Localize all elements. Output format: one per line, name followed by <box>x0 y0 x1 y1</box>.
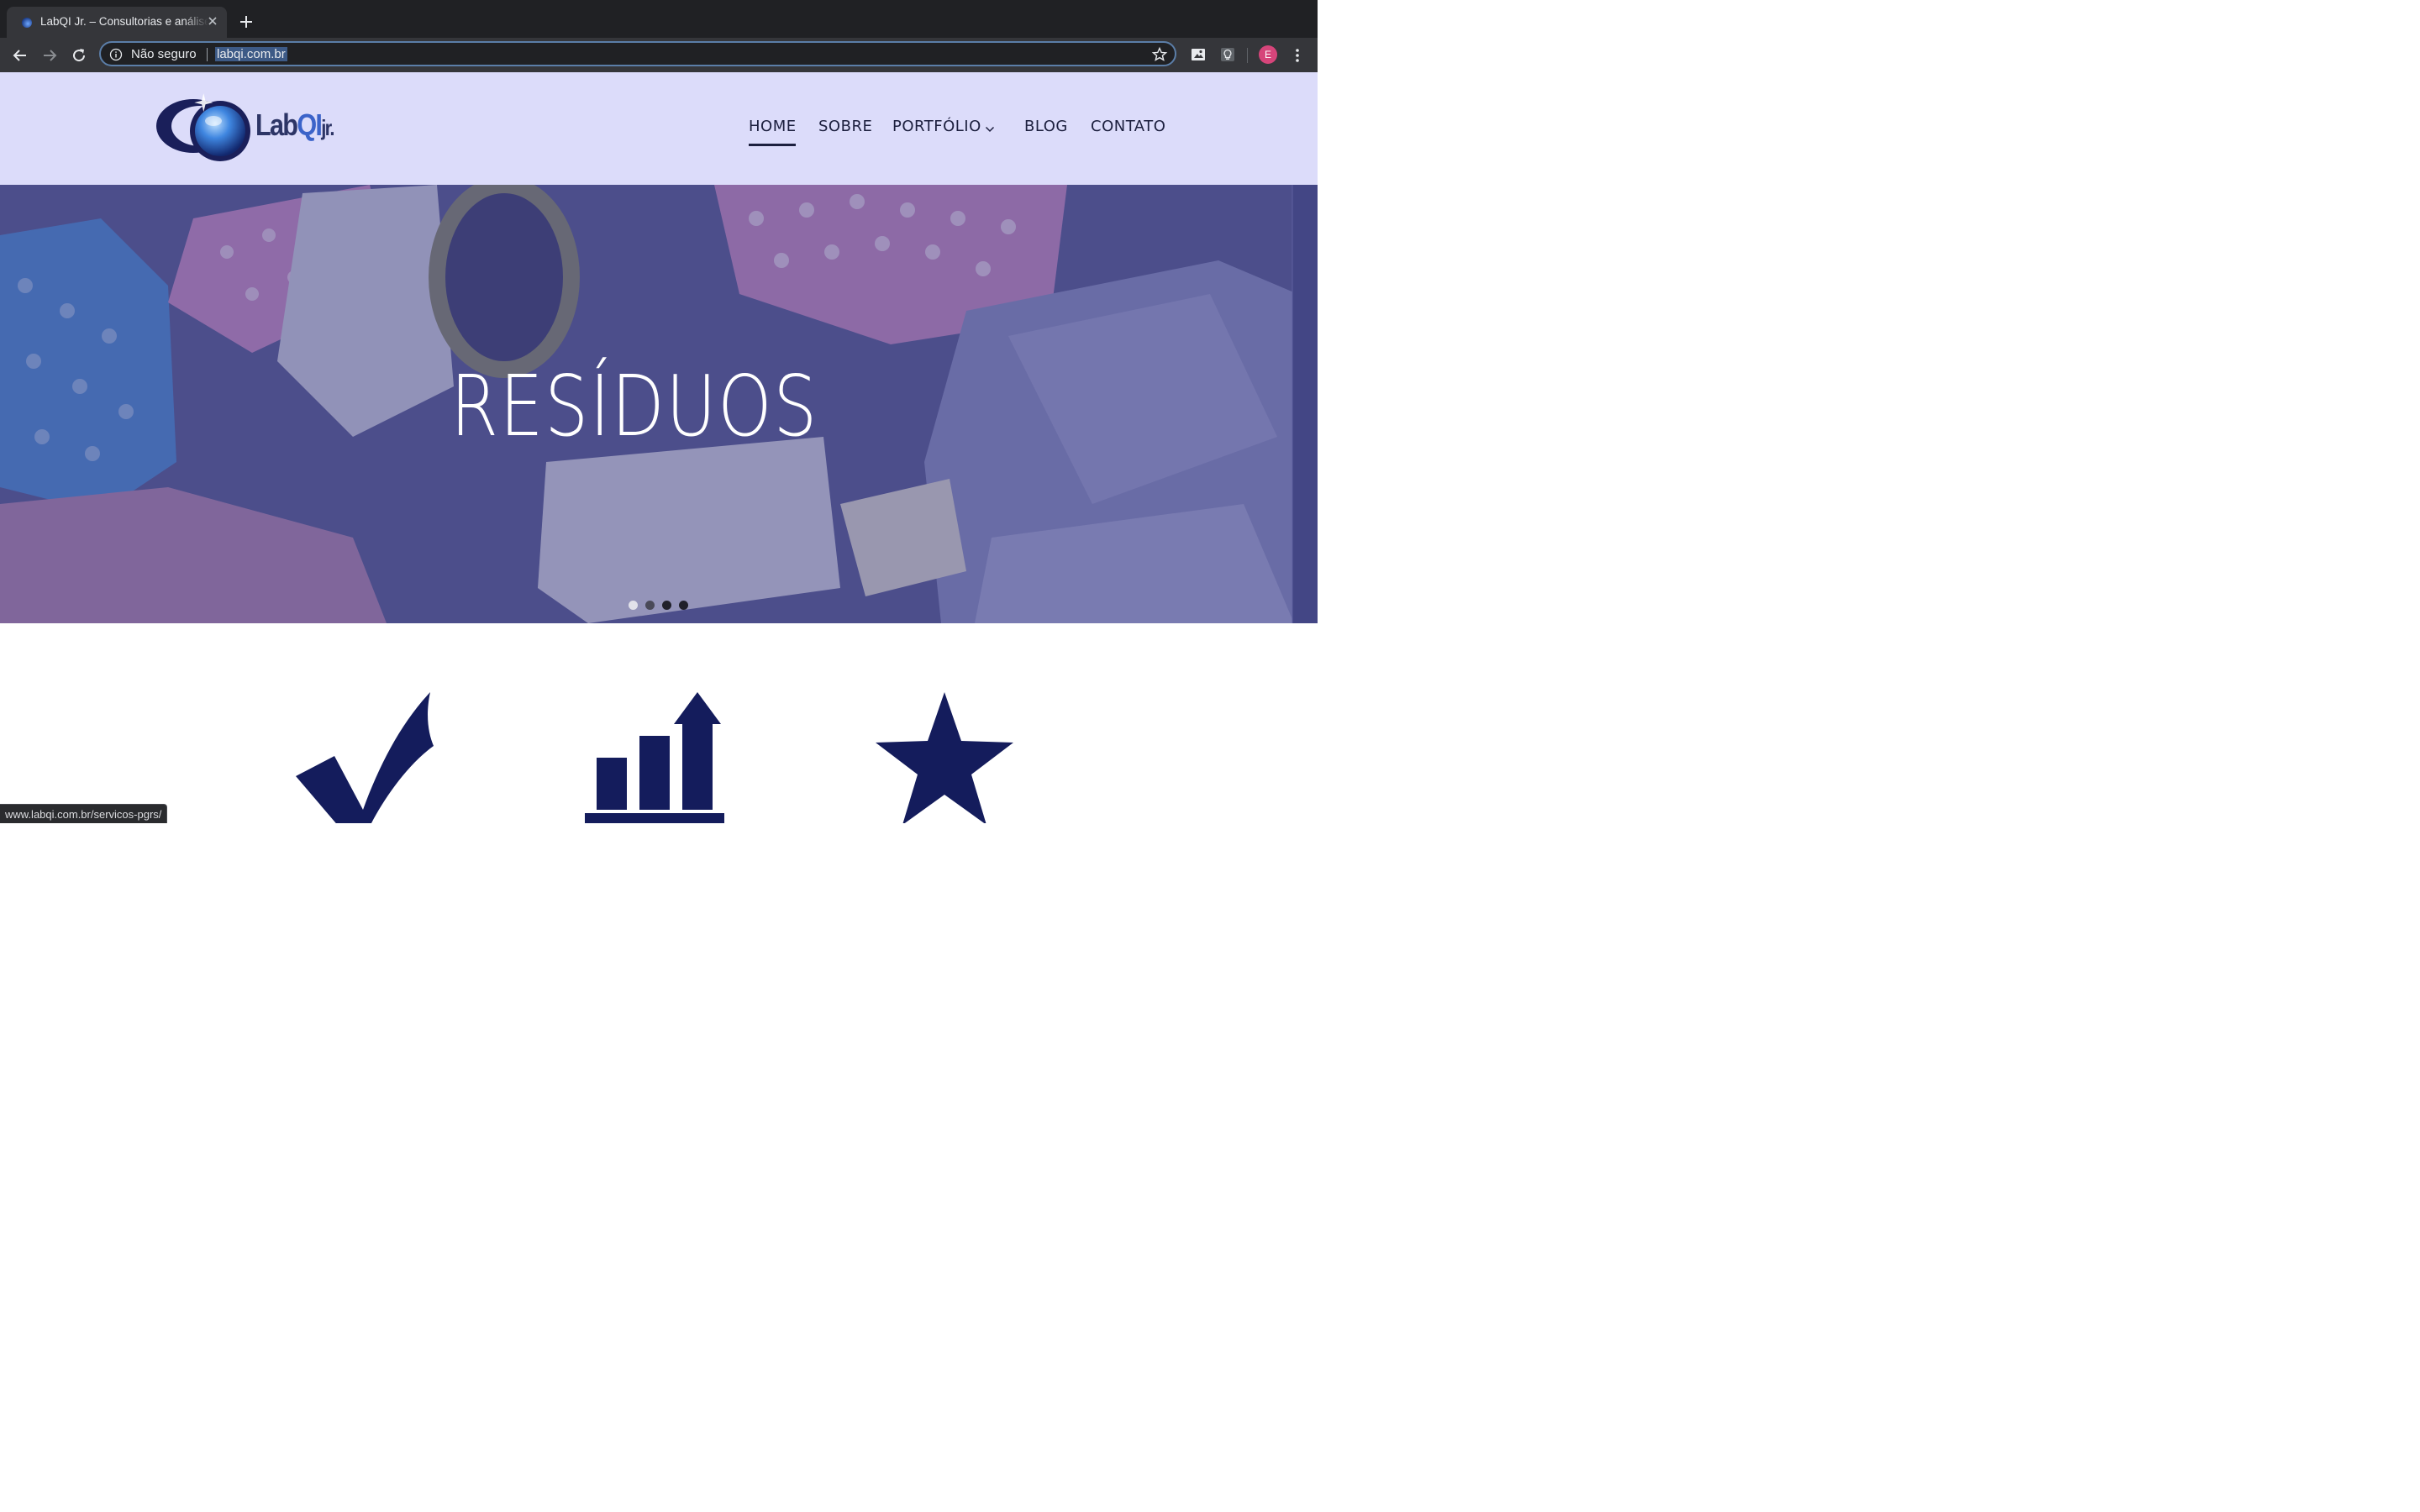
main-navigation: HOME SOBRE PORTFÓLIO BLOG CONTATO <box>0 118 1318 146</box>
tab-strip: LabQI Jr. – Consultorias e análises <box>0 0 1318 38</box>
nav-contato[interactable]: CONTATO <box>1091 118 1165 135</box>
browser-menu-icon[interactable] <box>1291 46 1304 65</box>
url-text[interactable]: labqi.com.br <box>215 47 287 61</box>
nav-home-active-underline <box>749 144 796 146</box>
tab-title: LabQI Jr. – Consultorias e análises <box>40 15 208 28</box>
features-section <box>0 623 1318 823</box>
link-status-bar: www.labqi.com.br/servicos-pgrs/ <box>0 804 168 823</box>
slider-dot-1[interactable] <box>629 601 638 610</box>
address-bar[interactable]: Não seguro labqi.com.br <box>99 41 1176 66</box>
extension-screenshot-icon[interactable] <box>1190 46 1207 63</box>
slider-dot-4[interactable] <box>679 601 688 610</box>
toolbar-separator <box>1247 48 1248 63</box>
hero-slider[interactable]: RESÍDUOS <box>0 185 1318 623</box>
profile-avatar[interactable]: E <box>1259 45 1277 64</box>
chevron-down-icon[interactable] <box>985 126 995 133</box>
back-arrow-icon[interactable] <box>10 45 30 66</box>
growth-chart-icon <box>585 692 724 823</box>
new-tab-icon[interactable] <box>237 13 255 31</box>
slider-dot-3[interactable] <box>662 601 671 610</box>
forward-arrow-icon[interactable] <box>39 45 60 66</box>
check-icon <box>296 692 434 823</box>
nav-blog[interactable]: BLOG <box>1024 118 1068 135</box>
reload-icon[interactable] <box>69 45 89 66</box>
address-separator <box>207 48 208 61</box>
tab-active[interactable]: LabQI Jr. – Consultorias e análises <box>7 7 227 38</box>
star-icon <box>876 692 1013 823</box>
hero-heading: RESÍDUOS <box>450 357 818 455</box>
security-label[interactable]: Não seguro <box>131 47 197 61</box>
slider-dot-2[interactable] <box>645 601 655 610</box>
info-icon[interactable] <box>109 48 123 61</box>
nav-portfolio[interactable]: PORTFÓLIO <box>892 118 981 135</box>
close-tab-icon[interactable] <box>205 13 220 29</box>
bookmark-star-icon[interactable] <box>1151 46 1168 63</box>
nav-sobre[interactable]: SOBRE <box>818 118 872 135</box>
browser-toolbar: Não seguro labqi.com.br E <box>0 38 1318 72</box>
site-favicon-icon <box>22 18 32 28</box>
nav-home[interactable]: HOME <box>749 118 797 135</box>
site-header: LabQIjr. HOME SOBRE PORTFÓLIO BLOG CONTA… <box>0 72 1318 185</box>
extension-lightbulb-icon[interactable] <box>1219 46 1236 63</box>
browser-window: LabQI Jr. – Consultorias e análises Não … <box>0 0 1318 823</box>
